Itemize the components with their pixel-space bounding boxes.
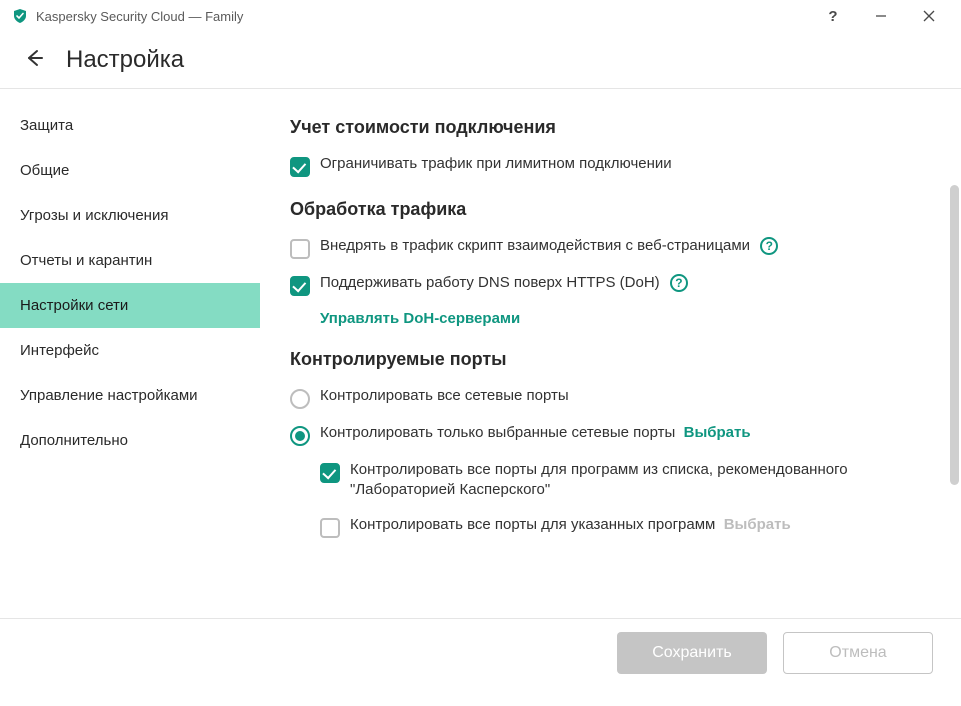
label-kaspersky-list: Контролировать все порты для программ из…	[350, 460, 931, 501]
sidebar-item-interface[interactable]: Интерфейс	[0, 328, 260, 373]
section-title-metering: Учет стоимости подключения	[290, 117, 931, 138]
radio-all-ports[interactable]	[290, 389, 310, 409]
app-title: Kaspersky Security Cloud — Family	[36, 9, 243, 24]
app-shield-icon	[12, 8, 28, 24]
label-all-ports: Контролировать все сетевые порты	[320, 386, 569, 406]
sidebar-item-network[interactable]: Настройки сети	[0, 283, 260, 328]
section-title-ports: Контролируемые порты	[290, 349, 931, 370]
section-traffic: Обработка трафика Внедрять в трафик скри…	[290, 199, 931, 327]
page-header: Настройка	[0, 32, 961, 88]
help-icon-dns-doh[interactable]: ?	[670, 274, 688, 292]
cancel-button[interactable]: Отмена	[783, 632, 933, 674]
sidebar-item-additional[interactable]: Дополнительно	[0, 418, 260, 463]
save-button[interactable]: Сохранить	[617, 632, 767, 674]
help-icon-inject-script[interactable]: ?	[760, 237, 778, 255]
link-select-programs: Выбрать	[724, 516, 791, 533]
help-button[interactable]: ?	[813, 0, 853, 32]
minimize-button[interactable]	[861, 0, 901, 32]
footer: Сохранить Отмена	[0, 618, 961, 686]
back-arrow-icon[interactable]	[24, 48, 44, 72]
label-specified-programs: Контролировать все порты для указанных п…	[350, 515, 791, 535]
label-inject-script: Внедрять в трафик скрипт взаимодействия …	[320, 236, 778, 256]
page-title: Настройка	[66, 46, 184, 74]
checkbox-kaspersky-list[interactable]	[320, 463, 340, 483]
label-limit-traffic: Ограничивать трафик при лимитном подключ…	[320, 154, 672, 174]
checkbox-dns-doh[interactable]	[290, 276, 310, 296]
checkbox-specified-programs[interactable]	[320, 518, 340, 538]
label-selected-ports: Контролировать только выбранные сетевые …	[320, 423, 751, 443]
sidebar: Защита Общие Угрозы и исключения Отчеты …	[0, 89, 260, 607]
section-ports: Контролируемые порты Контролировать все …	[290, 349, 931, 538]
link-manage-doh[interactable]: Управлять DoH-серверами	[290, 310, 931, 327]
section-metering: Учет стоимости подключения Ограничивать …	[290, 117, 931, 177]
sidebar-item-general[interactable]: Общие	[0, 148, 260, 193]
radio-selected-ports[interactable]	[290, 426, 310, 446]
sidebar-item-reports[interactable]: Отчеты и карантин	[0, 238, 260, 283]
sidebar-item-protection[interactable]: Защита	[0, 103, 260, 148]
sidebar-item-threats[interactable]: Угрозы и исключения	[0, 193, 260, 238]
sidebar-item-manage-settings[interactable]: Управление настройками	[0, 373, 260, 418]
section-title-traffic: Обработка трафика	[290, 199, 931, 220]
checkbox-inject-script[interactable]	[290, 239, 310, 259]
label-dns-doh: Поддерживать работу DNS поверх HTTPS (Do…	[320, 273, 688, 293]
link-select-ports[interactable]: Выбрать	[684, 424, 751, 441]
scrollbar-thumb[interactable]	[950, 185, 959, 485]
close-button[interactable]	[909, 0, 949, 32]
content-area: Учет стоимости подключения Ограничивать …	[260, 89, 961, 607]
checkbox-limit-traffic[interactable]	[290, 157, 310, 177]
titlebar: Kaspersky Security Cloud — Family ?	[0, 0, 961, 32]
